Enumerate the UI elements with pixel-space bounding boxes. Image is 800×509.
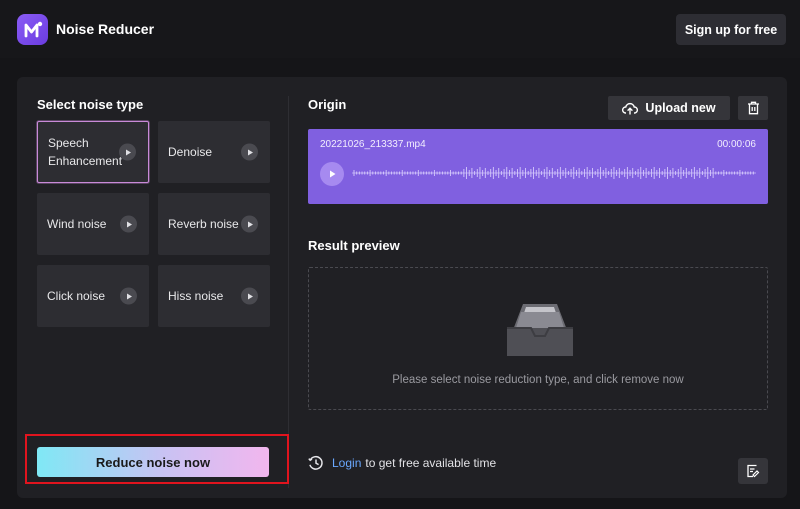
highlight-box xyxy=(25,434,289,484)
result-preview-area: Please select noise reduction type, and … xyxy=(308,267,768,410)
noise-type-hiss[interactable]: Hiss noise xyxy=(158,265,270,327)
noise-type-denoise[interactable]: Denoise xyxy=(158,121,270,183)
origin-title: Origin xyxy=(308,97,347,112)
noise-type-speech-enhancement[interactable]: Speech Enhancement xyxy=(37,121,149,183)
delete-button[interactable] xyxy=(738,96,768,120)
feedback-button[interactable] xyxy=(738,458,768,484)
preview-placeholder-text: Please select noise reduction type, and … xyxy=(392,374,684,386)
login-row: Login to get free available time xyxy=(308,454,496,472)
trash-icon xyxy=(747,101,759,115)
upload-new-label: Upload new xyxy=(645,101,716,115)
noise-type-reverb[interactable]: Reverb noise xyxy=(158,193,270,255)
upload-cloud-icon xyxy=(622,102,639,114)
app-logo-icon[interactable] xyxy=(17,14,48,45)
play-icon[interactable] xyxy=(241,215,258,233)
panel-divider xyxy=(288,96,289,488)
noise-type-label: Denoise xyxy=(168,145,213,159)
login-hint-text: to get free available time xyxy=(365,456,497,470)
audio-player: 20221026_213337.mp4 00:00:06 xyxy=(308,129,768,204)
play-icon[interactable] xyxy=(320,162,344,186)
file-name: 20221026_213337.mp4 xyxy=(320,139,426,150)
noise-type-label: Click noise xyxy=(47,289,106,303)
noise-type-click[interactable]: Click noise xyxy=(37,265,149,327)
noise-type-label: Hiss noise xyxy=(168,289,224,303)
audio-duration: 00:00:06 xyxy=(717,139,756,150)
clock-icon xyxy=(308,455,323,470)
sign-up-button[interactable]: Sign up for free xyxy=(676,14,786,45)
play-icon[interactable] xyxy=(120,287,137,305)
waveform[interactable] xyxy=(352,165,756,181)
noise-type-label: Reverb noise xyxy=(168,217,239,231)
play-icon[interactable] xyxy=(241,287,258,305)
play-icon[interactable] xyxy=(119,143,136,161)
feedback-icon xyxy=(747,464,760,478)
play-icon[interactable] xyxy=(241,143,258,161)
result-preview-title: Result preview xyxy=(308,238,400,253)
noise-type-wind[interactable]: Wind noise xyxy=(37,193,149,255)
upload-new-button[interactable]: Upload new xyxy=(608,96,730,120)
select-noise-type-title: Select noise type xyxy=(37,97,144,112)
noise-type-label: Speech Enhancement xyxy=(48,136,123,168)
top-bar: Noise Reducer Sign up for free xyxy=(0,0,800,58)
empty-tray-icon xyxy=(507,304,573,356)
login-link[interactable]: Login xyxy=(332,456,361,470)
noise-type-label: Wind noise xyxy=(47,217,107,231)
app-title: Noise Reducer xyxy=(56,21,155,37)
play-icon[interactable] xyxy=(120,215,137,233)
